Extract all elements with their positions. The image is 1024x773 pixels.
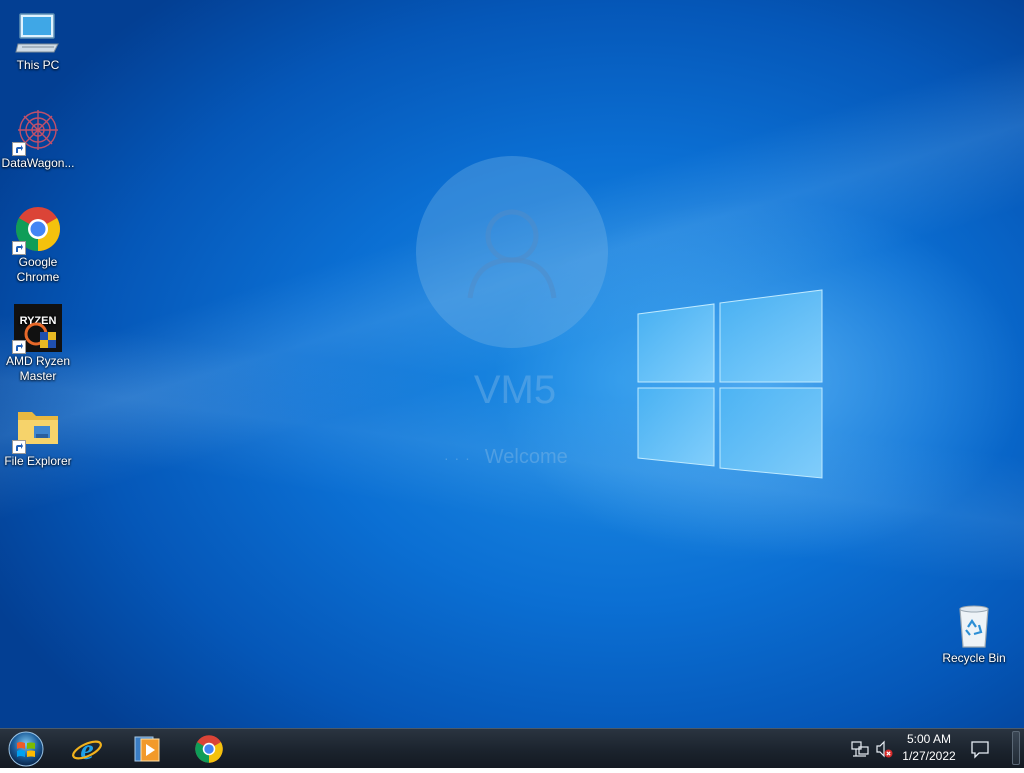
clock-time: 5:00 AM bbox=[906, 732, 952, 746]
svg-text:e: e bbox=[80, 733, 93, 765]
action-center-icon bbox=[971, 741, 989, 759]
taskbar: e 5:00 AM 1/27/2022 bbox=[0, 728, 1024, 768]
taskbar-internet-explorer[interactable]: e bbox=[62, 731, 112, 767]
windows-orb-icon bbox=[8, 731, 44, 767]
show-desktop-button[interactable] bbox=[1012, 731, 1020, 765]
ghost-welcome-text: Welcome bbox=[484, 446, 568, 468]
recycle-bin-icon bbox=[950, 601, 998, 649]
desktop-icon-datawagon[interactable]: DataWagon... bbox=[0, 106, 76, 171]
windows-logo-icon bbox=[637, 289, 823, 479]
desktop-icon-label: DataWagon... bbox=[1, 156, 75, 170]
desktop-icon-label: This PC bbox=[16, 58, 60, 72]
ghost-login-welcome: · · · Welcome bbox=[444, 446, 614, 469]
loading-dots-icon: · · · bbox=[444, 450, 471, 466]
shortcut-arrow-icon bbox=[12, 142, 26, 156]
ghost-user-avatar bbox=[416, 156, 608, 348]
action-center-button[interactable] bbox=[970, 729, 994, 769]
clock-date: 1/27/2022 bbox=[902, 749, 956, 763]
internet-explorer-icon: e bbox=[72, 733, 102, 765]
user-icon bbox=[467, 209, 557, 299]
desktop[interactable]: VM5 · · · Welcome This PC DataWagon... G… bbox=[0, 0, 1024, 728]
taskbar-media-player[interactable] bbox=[122, 731, 172, 767]
chrome-icon bbox=[195, 735, 223, 763]
computer-icon bbox=[14, 8, 62, 56]
volume-muted-icon bbox=[876, 740, 893, 758]
tray-network[interactable] bbox=[850, 729, 870, 769]
desktop-icon-amd-ryzen-master[interactable]: RYZEN AMD Ryzen Master bbox=[0, 304, 76, 384]
desktop-icon-label: Google Chrome bbox=[16, 255, 60, 284]
chrome-icon bbox=[12, 205, 62, 255]
start-button[interactable] bbox=[6, 730, 46, 768]
network-icon bbox=[851, 741, 869, 757]
ghost-login-name: VM5 bbox=[473, 368, 557, 412]
taskbar-clock[interactable]: 5:00 AM 1/27/2022 bbox=[896, 731, 962, 765]
ryzen-master-icon: RYZEN bbox=[12, 304, 62, 354]
media-player-icon bbox=[134, 736, 160, 762]
desktop-icon-label: AMD Ryzen Master bbox=[5, 354, 70, 383]
tray-volume[interactable] bbox=[874, 729, 894, 769]
folder-icon bbox=[12, 404, 62, 454]
shortcut-arrow-icon bbox=[12, 340, 26, 354]
desktop-icon-label: Recycle Bin bbox=[942, 651, 1006, 665]
desktop-icon-google-chrome[interactable]: Google Chrome bbox=[0, 205, 76, 285]
datawagon-icon bbox=[12, 106, 62, 156]
desktop-icon-recycle-bin[interactable]: Recycle Bin bbox=[936, 601, 1012, 666]
desktop-icon-label: File Explorer bbox=[4, 454, 72, 468]
shortcut-arrow-icon bbox=[12, 241, 26, 255]
shortcut-arrow-icon bbox=[12, 440, 26, 454]
desktop-icon-file-explorer[interactable]: File Explorer bbox=[0, 404, 76, 469]
desktop-icon-this-pc[interactable]: This PC bbox=[0, 8, 76, 73]
taskbar-google-chrome[interactable] bbox=[184, 731, 234, 767]
